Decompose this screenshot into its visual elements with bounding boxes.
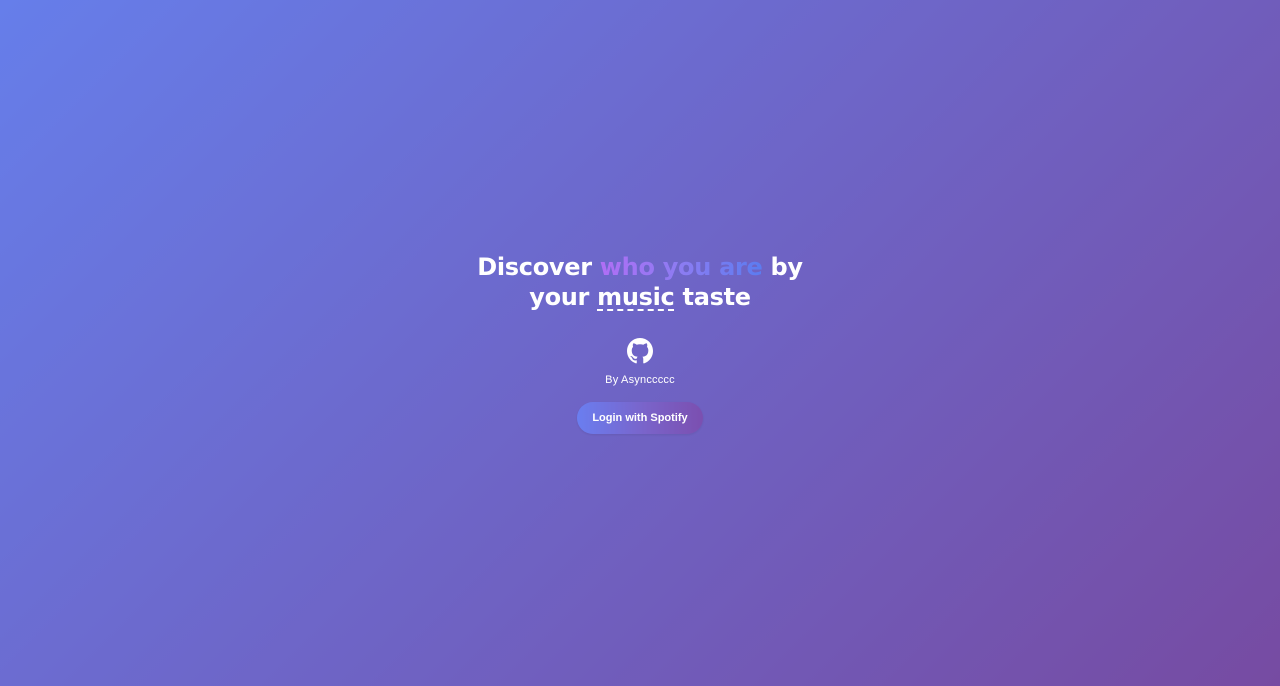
headline-highlight: who you are [599, 253, 763, 281]
headline: Discover who you are by your music taste [450, 252, 830, 312]
github-icon [627, 338, 653, 364]
headline-part-discover: Discover [477, 253, 600, 281]
author-credit: By Asynccccc [605, 374, 675, 386]
headline-part-taste: taste [674, 283, 752, 311]
hero-section: Discover who you are by your music taste… [0, 252, 1280, 434]
login-with-spotify-button[interactable]: Login with Spotify [577, 402, 703, 434]
headline-underlined-word: music [597, 283, 675, 311]
github-link[interactable] [627, 338, 653, 364]
